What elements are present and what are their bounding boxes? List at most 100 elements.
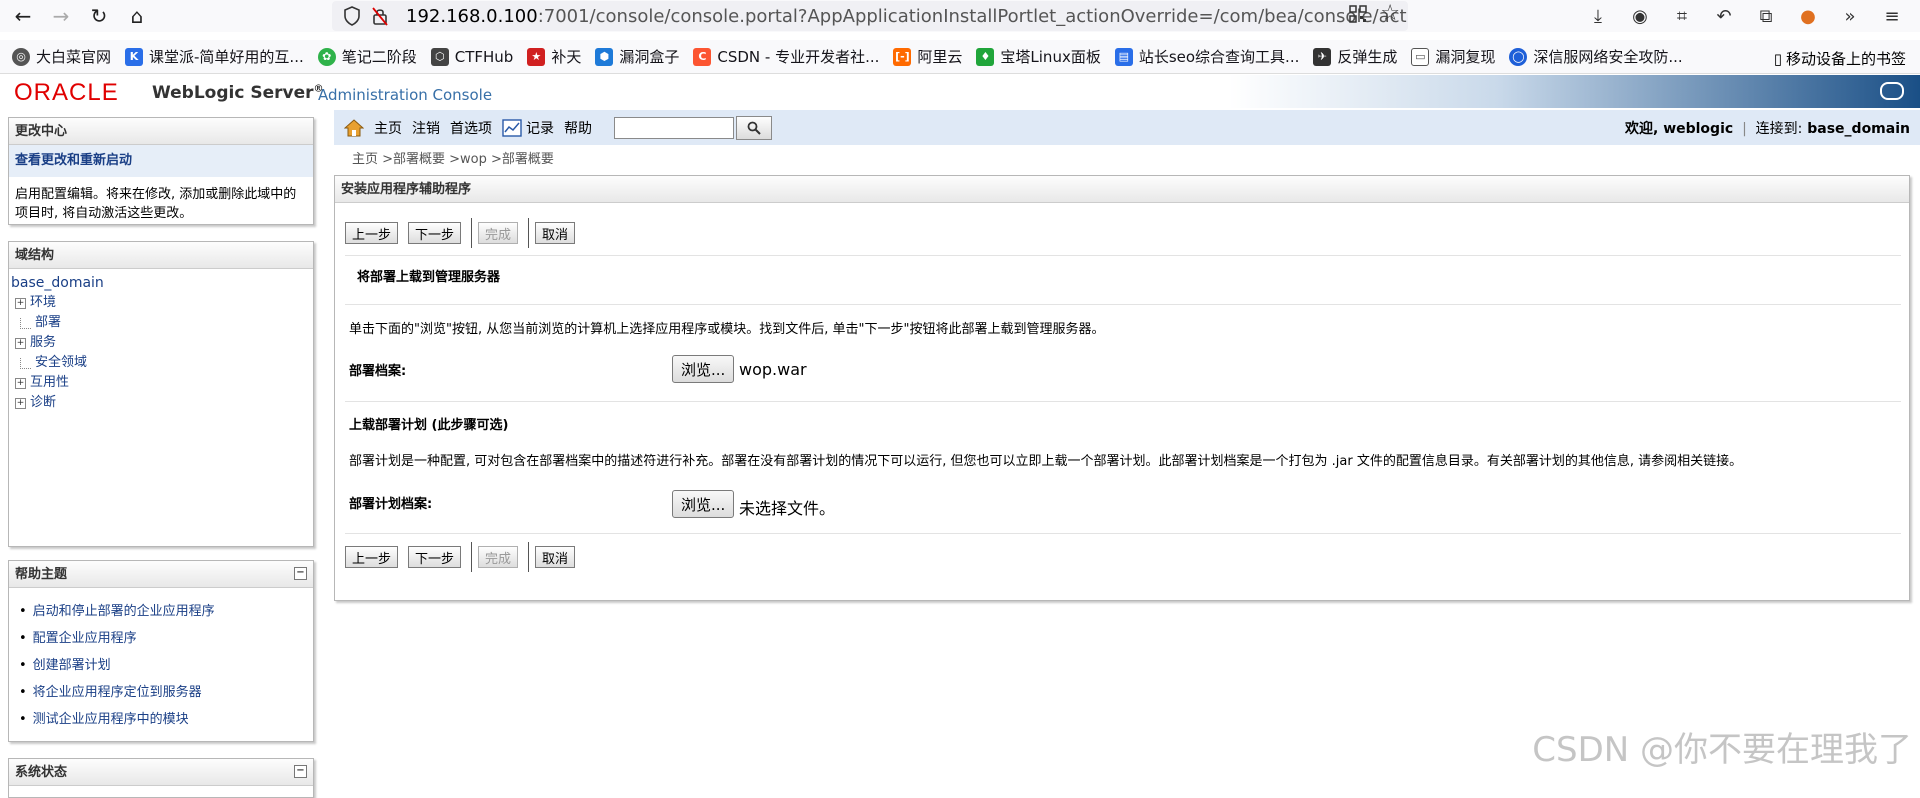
- help-link[interactable]: 创建部署计划: [19, 652, 313, 679]
- extension-avatar-icon[interactable]: ●: [1794, 2, 1822, 30]
- cancel-button[interactable]: 取消: [535, 222, 576, 244]
- bookmark-item[interactable]: ◯ 深信服网络安全攻防...: [1509, 46, 1683, 67]
- nav-logout-link[interactable]: 注销: [412, 118, 440, 138]
- collapse-icon[interactable]: −: [294, 567, 307, 580]
- finish-button[interactable]: 完成: [478, 222, 519, 244]
- url-bar[interactable]: 192.168.0.100:7001/console/console.porta…: [332, 1, 1408, 31]
- wizard-title: 安装应用程序辅助程序: [335, 176, 1909, 203]
- download-icon[interactable]: ⤓: [1584, 2, 1612, 30]
- tree-node-interoperability[interactable]: + 互用性: [11, 373, 311, 393]
- help-link[interactable]: 启动和停止部署的企业应用程序: [19, 598, 313, 625]
- shield-icon: ♦: [976, 47, 995, 66]
- system-status-title: 系统状态 −: [9, 759, 313, 786]
- archive-label: 部署档案:: [349, 364, 407, 379]
- breadcrumb[interactable]: 主页 >部署概要 >wop >部署概要: [352, 148, 554, 167]
- help-link[interactable]: 配置企业应用程序: [19, 625, 313, 652]
- menu-icon[interactable]: ≡: [1878, 2, 1906, 30]
- shield-icon[interactable]: [340, 4, 364, 28]
- bookmark-star-icon[interactable]: ☆: [1380, 3, 1400, 28]
- domain-structure-panel: 域结构 base_domain + 环境 部署 + 服务 安全领域 + 互用性 + 诊断: [8, 241, 314, 547]
- browser-toolbar: ← → ↻ ⌂ 192.168.0.100:7001/console/conso…: [0, 0, 1920, 32]
- record-icon[interactable]: [502, 118, 522, 137]
- help-topics-list: 启动和停止部署的企业应用程序 配置企业应用程序 创建部署计划 将企业应用程序定位…: [9, 588, 313, 737]
- bookmark-item[interactable]: ♦ 宝塔Linux面板: [976, 46, 1101, 67]
- expand-icon[interactable]: +: [15, 297, 26, 309]
- upload-section-title: 将部署上载到管理服务器: [357, 270, 501, 285]
- divider: [345, 255, 1901, 256]
- bookmark-label: 站长seo综合查询工具...: [1138, 48, 1300, 66]
- insecure-lock-icon[interactable]: [368, 4, 392, 28]
- button-divider: [471, 542, 473, 572]
- tree-node-label[interactable]: 互用性: [30, 373, 69, 393]
- mobile-bookmarks[interactable]: ▯ 移动设备上的书签: [1774, 48, 1906, 69]
- tree-node-deployments[interactable]: 部署: [11, 313, 311, 333]
- plan-browse-button[interactable]: 浏览...: [672, 490, 735, 518]
- help-link[interactable]: 将企业应用程序定位到服务器: [19, 679, 313, 706]
- tree-node-diagnostics[interactable]: + 诊断: [11, 393, 311, 413]
- plan-file-name: 未选择文件。: [739, 499, 836, 518]
- account-icon[interactable]: ◉: [1626, 2, 1654, 30]
- nav-help-link[interactable]: 帮助: [564, 118, 592, 138]
- csdn-icon: C: [693, 47, 712, 66]
- view-changes-link[interactable]: 查看更改和重新启动: [9, 145, 313, 177]
- system-status-panel: 系统状态 −: [8, 758, 314, 798]
- domain-structure-title: 域结构: [9, 242, 313, 269]
- archive-file-name: wop.war: [739, 360, 807, 379]
- next-button[interactable]: 下一步: [408, 222, 462, 244]
- bookmark-item[interactable]: C CSDN - 专业开发者社...: [693, 46, 879, 67]
- expand-icon[interactable]: +: [15, 337, 26, 349]
- finish-button[interactable]: 完成: [478, 546, 519, 568]
- tree-node-security-realms[interactable]: 安全领域: [11, 353, 311, 373]
- cancel-button[interactable]: 取消: [535, 546, 576, 568]
- bookmark-item[interactable]: ◎ 大白菜官网: [12, 46, 111, 67]
- overflow-chevron-icon[interactable]: »: [1836, 2, 1864, 30]
- bookmark-item[interactable]: ⬢ 漏洞盒子: [595, 46, 679, 67]
- extensions-icon[interactable]: ⧉: [1752, 2, 1780, 30]
- bookmark-label: 笔记二阶段: [341, 48, 417, 66]
- reload-icon[interactable]: ↻: [84, 1, 114, 31]
- bookmark-item[interactable]: ✿ 笔记二阶段: [317, 46, 417, 67]
- tree-node-services[interactable]: + 服务: [11, 333, 311, 353]
- help-link[interactable]: 测试企业应用程序中的模块: [19, 706, 313, 733]
- bookmark-item[interactable]: ▭ 漏洞复现: [1411, 46, 1495, 67]
- tree-root-domain[interactable]: base_domain: [11, 273, 311, 293]
- bookmark-label: 补天: [551, 48, 582, 66]
- globe-icon: ◎: [12, 47, 30, 66]
- url-text[interactable]: 192.168.0.100:7001/console/console.porta…: [406, 6, 1407, 27]
- bookmark-label: 反弹生成: [1337, 48, 1398, 66]
- crop-icon[interactable]: ⌗: [1668, 2, 1696, 30]
- bookmark-item[interactable]: ⬡ CTFHub: [430, 47, 513, 66]
- bookmark-item[interactable]: [-] 阿里云: [893, 46, 962, 67]
- tree-node-environment[interactable]: + 环境: [11, 293, 311, 313]
- tree-node-label[interactable]: 部署: [35, 313, 61, 333]
- search-input[interactable]: [614, 116, 734, 139]
- welcome-text: 欢迎, weblogic | 连接到: base_domain: [1625, 118, 1910, 138]
- qr-code-icon[interactable]: [1348, 4, 1368, 28]
- forward-icon[interactable]: →: [46, 1, 76, 31]
- back-button[interactable]: 上一步: [345, 546, 399, 568]
- bookmark-item[interactable]: K 课堂派-简单好用的互...: [125, 46, 304, 67]
- bookmark-item[interactable]: ▤ 站长seo综合查询工具...: [1114, 46, 1300, 67]
- home-icon[interactable]: ⌂: [122, 1, 152, 31]
- back-icon[interactable]: ←: [8, 1, 38, 31]
- undo-icon[interactable]: ↶: [1710, 2, 1738, 30]
- search-button[interactable]: [736, 115, 772, 140]
- nav-record-link[interactable]: 记录: [526, 118, 554, 138]
- tree-node-label[interactable]: 环境: [30, 293, 56, 313]
- collapse-icon[interactable]: −: [294, 765, 307, 778]
- next-button[interactable]: 下一步: [408, 546, 462, 568]
- plan-label: 部署计划档案:: [349, 497, 433, 512]
- expand-icon[interactable]: +: [15, 377, 26, 389]
- tree-node-label[interactable]: 服务: [30, 333, 56, 353]
- tree-node-label[interactable]: 诊断: [30, 393, 56, 413]
- wizard-button-row-bottom: 上一步 下一步 完成 取消: [345, 542, 585, 572]
- nav-home-link[interactable]: 主页: [374, 118, 402, 138]
- home-icon[interactable]: [344, 118, 364, 137]
- bookmark-item[interactable]: ✈ 反弹生成: [1313, 46, 1397, 67]
- archive-browse-button[interactable]: 浏览...: [672, 355, 735, 383]
- bookmark-item[interactable]: ★ 补天: [527, 46, 581, 67]
- back-button[interactable]: 上一步: [345, 222, 399, 244]
- expand-icon[interactable]: +: [15, 397, 26, 409]
- tree-node-label[interactable]: 安全领域: [35, 353, 87, 373]
- nav-preferences-link[interactable]: 首选项: [450, 118, 492, 138]
